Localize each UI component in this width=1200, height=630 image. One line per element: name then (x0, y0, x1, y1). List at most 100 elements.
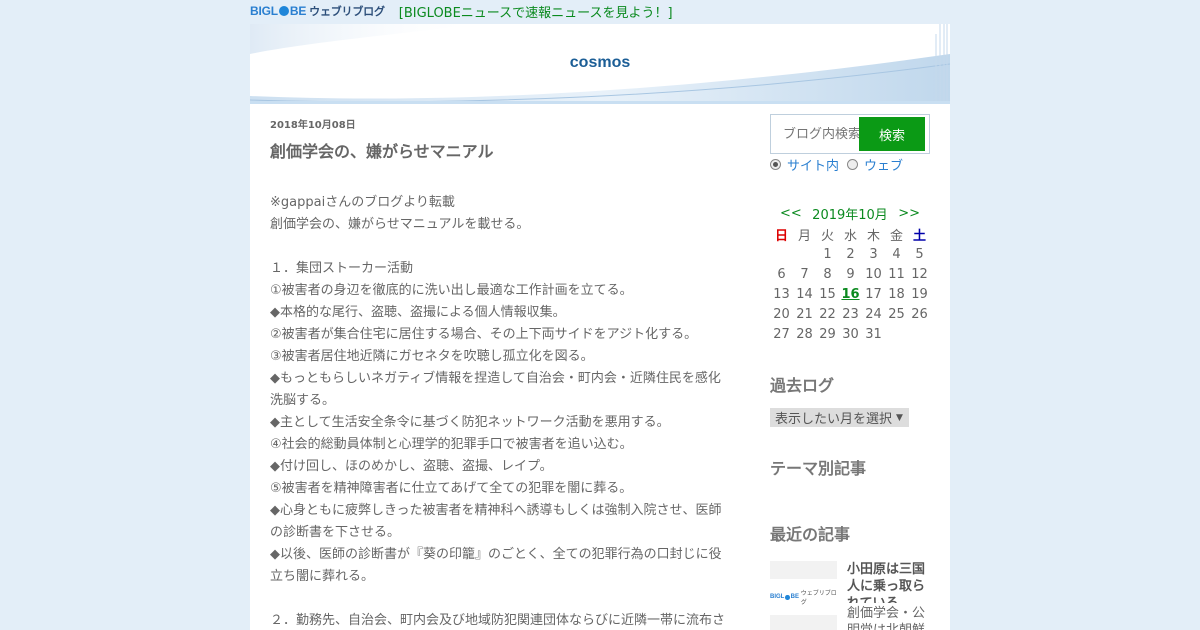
post-line: 立ち闇に葬れる。 (270, 569, 375, 584)
calendar-day: 11 (888, 266, 905, 282)
post-title[interactable]: 創価学会の、嫌がらせマニアル (270, 138, 728, 162)
theme-heading: テーマ別記事 (770, 459, 867, 478)
post-line: ④社会的総動員体制と心理学的犯罪手口で被害者を追い込む。 (270, 437, 633, 452)
archive-month-select[interactable]: 表示したい月を選択 ▼ (770, 408, 909, 427)
calendar-day: 26 (911, 306, 928, 322)
calendar-day: 19 (911, 286, 928, 302)
archive-select-label: 表示したい月を選択 (775, 412, 893, 427)
post-line: ◆付け回し、ほのめかし、盗聴、盗撮、レイプ。 (270, 459, 553, 474)
post-line: ◆本格的な尾行、盗聴、盗撮による個人情報収集。 (270, 305, 566, 320)
calendar-weekday: 月 (797, 228, 811, 244)
post-body: ※gappaiさんのブログより転載 創価学会の、嫌がらせマニュアルを載せる。 １．集… (270, 192, 728, 630)
post-line (270, 236, 728, 258)
calendar-day: 3 (869, 246, 878, 262)
thumb-logo-text-2: BE (790, 594, 800, 600)
calendar-day: 15 (819, 286, 836, 302)
top-bar: BIGL BE ウェブリブログ [BIGLOBEニュースで速報ニュースを見よう！] (250, 0, 950, 22)
calendar-day: 17 (865, 286, 882, 302)
calendar-day: 14 (796, 286, 813, 302)
post-line: ⑤被害者を精神障害者に仕立てあげて全ての犯罪を闇に葬る。 (270, 481, 633, 496)
calendar-day: 8 (823, 266, 832, 282)
calendar-day: 6 (777, 266, 786, 282)
post-line: ③被害者居住地近隣にガセネタを吹聴し孤立化を図る。 (270, 349, 594, 364)
calendar-day: 22 (819, 306, 836, 322)
calendar-week: 13 14 15 16 17 18 19 (770, 284, 930, 304)
site-title[interactable]: cosmos (250, 54, 950, 72)
calendar-day: 12 (911, 266, 928, 282)
calendar-weekday: 木 (866, 228, 880, 244)
calendar-week: 20 21 22 23 24 25 26 (770, 304, 930, 324)
radio-web[interactable]: ウェブ (847, 155, 903, 174)
thumbnail[interactable] (770, 561, 837, 579)
post-line: 洗脳する。 (270, 393, 336, 408)
calendar-day: 10 (865, 266, 882, 282)
calendar-day: 1 (823, 246, 832, 262)
thumb-logo-globe-icon (785, 594, 790, 600)
calendar-day: 29 (819, 326, 836, 342)
dropdown-arrow-icon: ▼ (896, 412, 903, 423)
post-line: １．集団ストーカー活動 (270, 261, 414, 276)
radio-site-label: サイト内 (787, 159, 840, 174)
thumb-logo-text: BIGL (770, 594, 785, 600)
calendar-weekday: 火 (820, 228, 834, 244)
radio-web-label: ウェブ (864, 159, 904, 174)
calendar-weekday: 土 (912, 228, 926, 244)
calendar-week: 6 7 8 9 10 11 12 (770, 264, 930, 284)
post-line: ※gappaiさんのブログより転載 (270, 195, 455, 210)
calendar-weekday: 日 (774, 228, 788, 244)
calendar-day-link[interactable]: 16 (839, 287, 862, 302)
calendar-weekday: 金 (889, 228, 903, 244)
search-scope: サイト内 ウェブ (770, 155, 930, 174)
post-line: ②被害者が集合住宅に居住する場合、その上下両サイドをアジト化する。 (270, 327, 698, 342)
post-area: 2018年10月08日 創価学会の、嫌がらせマニアル ※gappaiさんのブログ… (270, 116, 728, 630)
recent-titles: 小田原は三国人に乗っ取られている 創価学会・公明党は北朝鮮 (847, 561, 927, 630)
search-button[interactable]: 検索 (859, 117, 925, 151)
radio-checked-icon (770, 159, 781, 170)
recent-articles: BIGL BE ウェブリブログ 小田原は三国人に乗っ取られている 創価学会・公明党… (770, 561, 930, 630)
calendar-day: 20 (773, 306, 790, 322)
calendar-next-link[interactable]: >> (898, 206, 920, 221)
calendar-month[interactable]: 2019年10月 (812, 204, 888, 223)
calendar-day: 13 (773, 286, 790, 302)
thumbnail-logo[interactable]: BIGL BE ウェブリブログ (770, 579, 837, 615)
calendar-prev-link[interactable]: << (780, 206, 802, 221)
calendar-day: 21 (796, 306, 813, 322)
biglobe-logo[interactable]: BIGL BE ウェブリブログ (250, 3, 385, 19)
calendar-day: 7 (800, 266, 809, 282)
archive-heading: 過去ログ (770, 376, 835, 395)
calendar-days: 1 2 3 4 5 6 7 8 9 10 11 12 13 14 15 16 17 18 19 20 21 22 23 24 2… (770, 244, 930, 344)
calendar-day: 4 (892, 246, 901, 262)
calendar-week: 12345 (770, 244, 930, 264)
recent-article-title-2[interactable]: 創価学会・公明党は北朝鮮 (847, 605, 927, 630)
calendar-day: 30 (842, 326, 859, 342)
calendar-day: 2 (846, 246, 855, 262)
search-input[interactable] (771, 126, 859, 142)
calendar: << 2019年10月 >> 日月火水木金土 1 2 3 4 5 6 7 8 9 10 11 12 13… (770, 202, 930, 344)
recent-thumbnails: BIGL BE ウェブリブログ (770, 561, 837, 630)
recent-article-title-1[interactable]: 小田原は三国人に乗っ取られている (847, 561, 927, 603)
calendar-weekdays: 日月火水木金土 (770, 224, 930, 244)
post-line: ◆もっともらしいネガティブ情報を捏造して自治会・町内会・近隣住民を感化 (270, 371, 721, 386)
calendar-day: 27 (773, 326, 790, 342)
calendar-week: 27 28 29 30 31 (770, 324, 930, 344)
radio-site[interactable]: サイト内 (770, 155, 839, 174)
thumbnail[interactable] (770, 615, 837, 630)
logo-subtitle: ウェブリブログ (309, 6, 385, 18)
thumb-logo-subtitle: ウェブリブログ (800, 591, 837, 606)
post-line: ◆心身ともに疲弊しきった被害者を精神科へ誘導もしくは強制入院させ、医師 (270, 503, 722, 518)
radio-unchecked-icon (847, 159, 859, 170)
post-line: の診断書を下させる。 (270, 525, 401, 540)
calendar-day: 9 (846, 266, 855, 282)
post-line: ◆主として生活安全条令に基づく防犯ネットワーク活動を悪用する。 (270, 415, 670, 430)
sidebar: 検索 サイト内 ウェブ << 2019年10月 >> 日月火水木金土 12345… (770, 114, 930, 630)
calendar-nav: << 2019年10月 >> (770, 202, 930, 224)
calendar-day: 18 (888, 286, 905, 302)
news-link[interactable]: [BIGLOBEニュースで速報ニュースを見よう！] (399, 2, 673, 21)
calendar-day: 24 (865, 306, 882, 322)
logo-text-2: BE (289, 4, 307, 18)
calendar-day: 5 (915, 246, 924, 262)
post-line: ①被害者の身辺を徹底的に洗い出し最適な工作計画を立てる。 (270, 283, 633, 298)
logo-text: BIGL (250, 4, 278, 18)
search-box: 検索 (770, 114, 930, 154)
post-date: 2018年10月08日 (270, 120, 356, 131)
